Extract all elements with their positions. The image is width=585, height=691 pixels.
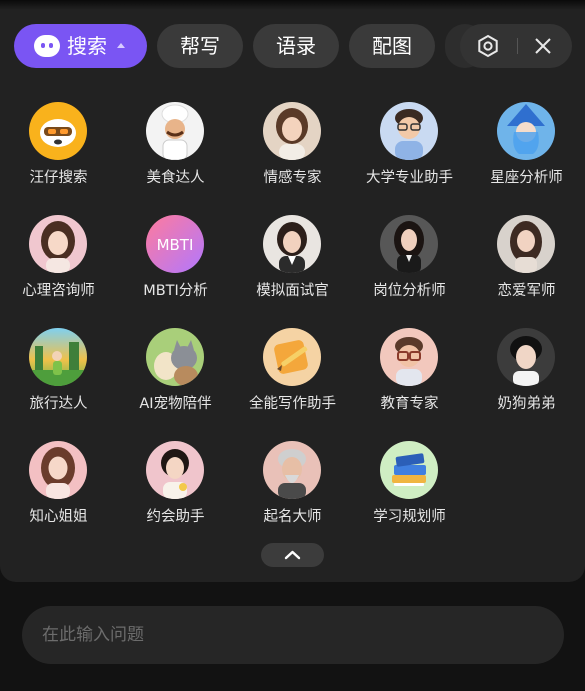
question-input[interactable]: 在此输入问题 — [22, 606, 564, 664]
search-tab[interactable]: 搜索 — [14, 24, 147, 68]
old-man-avatar — [263, 441, 321, 499]
agent-label: 美食达人 — [146, 170, 205, 186]
agent-mock-interviewer[interactable]: 模拟面试官 — [234, 215, 351, 315]
agent-label: MBTI分析 — [143, 283, 208, 299]
agent-food-expert[interactable]: 美食达人 — [117, 102, 234, 202]
agent-ai-pet-companion[interactable]: AI宠物陪伴 — [117, 328, 234, 428]
agent-label: 约会助手 — [146, 509, 205, 525]
agent-psychologist[interactable]: 心理咨询师 — [0, 215, 117, 315]
agent-dating-assistant[interactable]: 约会助手 — [117, 441, 234, 541]
toolbar-actions — [460, 24, 572, 68]
chevron-up-icon — [284, 550, 301, 560]
agent-label: 教育专家 — [380, 396, 439, 412]
agent-wangzai-search[interactable]: 汪仔搜索 — [0, 102, 117, 202]
collapse-button[interactable] — [261, 543, 324, 567]
agent-mbti-analysis[interactable]: MBTI MBTI分析 — [117, 215, 234, 315]
agent-writing-assistant[interactable]: 全能写作助手 — [234, 328, 351, 428]
agent-panel: 搜索 帮写 语录 配图 汪仔搜索 美食达人 情感专家 大学专业助手 星座分析师 … — [0, 0, 585, 582]
pets-avatar — [146, 328, 204, 386]
woman-avatar — [380, 215, 438, 273]
mbti-gradient-icon: MBTI — [146, 215, 204, 273]
agent-study-planner[interactable]: 学习规划师 — [351, 441, 468, 541]
page: 搜索 帮写 语录 配图 汪仔搜索 美食达人 情感专家 大学专业助手 星座分析师 … — [0, 0, 585, 691]
woman-avatar — [29, 215, 87, 273]
agent-label: 恋爱军师 — [497, 283, 556, 299]
agent-label: 汪仔搜索 — [29, 170, 88, 186]
agent-astrology-analyst[interactable]: 星座分析师 — [468, 102, 585, 202]
agent-label: 模拟面试官 — [256, 283, 329, 299]
panel-top-shade — [0, 0, 585, 10]
agent-puppy-brother[interactable]: 奶狗弟弟 — [468, 328, 585, 428]
chef-avatar — [146, 102, 204, 160]
agent-education-expert[interactable]: 教育专家 — [351, 328, 468, 428]
agent-naming-master[interactable]: 起名大师 — [234, 441, 351, 541]
woman-avatar — [29, 441, 87, 499]
help-write-tab[interactable]: 帮写 — [157, 24, 243, 68]
woman-avatar — [146, 441, 204, 499]
toolbar-divider — [517, 38, 518, 54]
agent-label: 心理咨询师 — [22, 283, 95, 299]
agent-label: 旅行达人 — [29, 396, 88, 412]
agent-caring-sister[interactable]: 知心姐姐 — [0, 441, 117, 541]
agent-emotion-expert[interactable]: 情感专家 — [234, 102, 351, 202]
agent-job-analyst[interactable]: 岗位分析师 — [351, 215, 468, 315]
wangzai-mascot-icon — [29, 102, 87, 160]
student-avatar — [380, 102, 438, 160]
chat-bot-icon — [34, 35, 60, 57]
toolbar: 搜索 帮写 语录 配图 — [14, 24, 574, 70]
woman-avatar — [497, 215, 555, 273]
woman-avatar — [263, 102, 321, 160]
pen-notepad-icon — [263, 328, 321, 386]
close-icon[interactable] — [532, 35, 554, 57]
agent-label: 学习规划师 — [373, 509, 446, 525]
search-tab-label: 搜索 — [67, 34, 107, 58]
agent-love-advisor[interactable]: 恋爱军师 — [468, 215, 585, 315]
teacher-glasses-avatar — [380, 328, 438, 386]
caret-up-icon — [117, 43, 125, 48]
travel-landscape-avatar — [29, 328, 87, 386]
quotes-tab[interactable]: 语录 — [253, 24, 339, 68]
agent-label: 起名大师 — [263, 509, 322, 525]
agent-label: AI宠物陪伴 — [139, 396, 212, 412]
agent-label: 知心姐姐 — [29, 509, 88, 525]
agent-label: 情感专家 — [263, 170, 322, 186]
woman-avatar — [263, 215, 321, 273]
blue-witch-avatar — [497, 102, 555, 160]
agent-travel-expert[interactable]: 旅行达人 — [0, 328, 117, 428]
agent-label: 大学专业助手 — [366, 170, 453, 186]
agent-label: 奶狗弟弟 — [497, 396, 556, 412]
books-icon — [380, 441, 438, 499]
young-man-avatar — [497, 328, 555, 386]
agent-label: 星座分析师 — [490, 170, 563, 186]
question-input-placeholder: 在此输入问题 — [42, 625, 144, 645]
settings-icon[interactable] — [476, 34, 500, 58]
agent-label: 岗位分析师 — [373, 283, 446, 299]
agent-label: 全能写作助手 — [249, 396, 336, 412]
agent-college-major-assistant[interactable]: 大学专业助手 — [351, 102, 468, 202]
image-tab[interactable]: 配图 — [349, 24, 435, 68]
mbti-badge-text: MBTI — [157, 236, 194, 254]
